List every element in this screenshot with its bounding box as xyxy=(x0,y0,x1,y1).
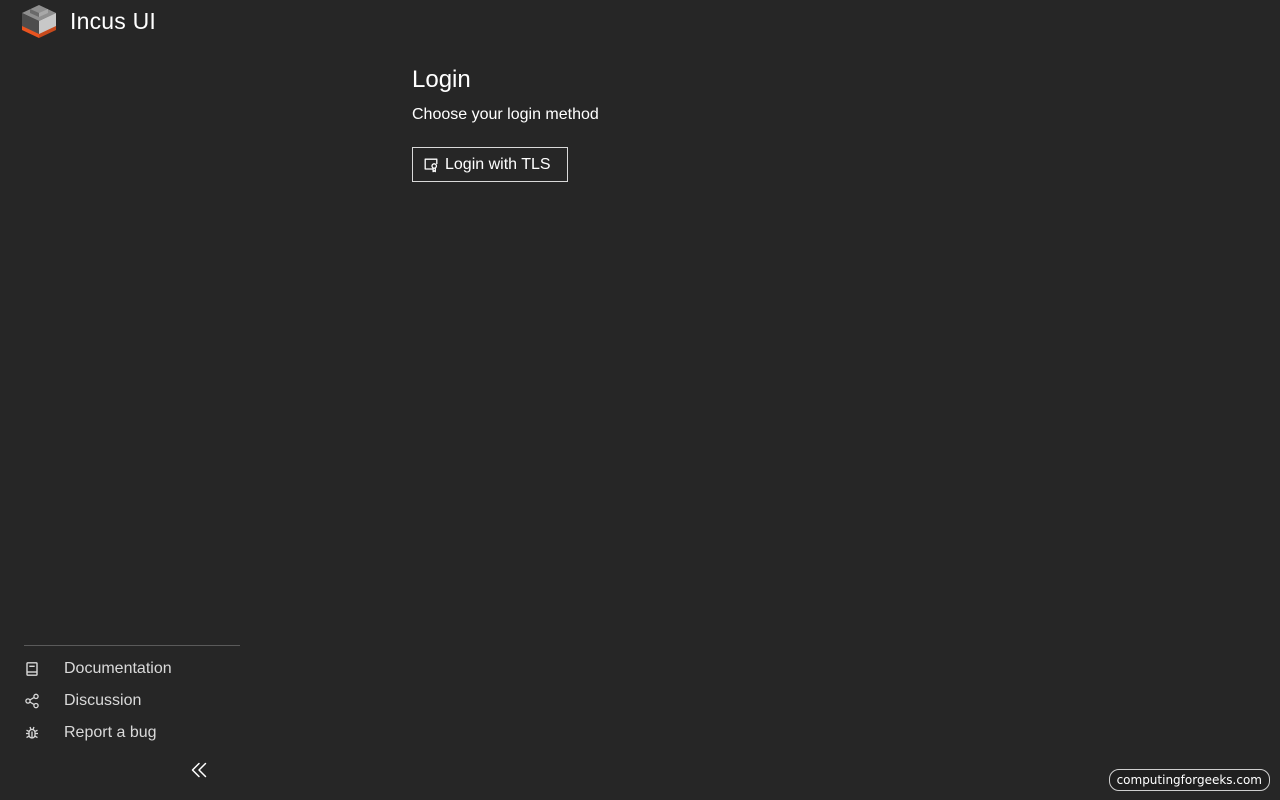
app-title: Incus UI xyxy=(70,8,156,34)
sidebar-link-discussion[interactable]: Discussion xyxy=(0,685,240,717)
certificate-icon xyxy=(423,157,439,173)
double-chevron-left-icon xyxy=(191,762,207,778)
brand-home-link[interactable]: Incus UI xyxy=(18,2,156,40)
sidebar-link-label: Report a bug xyxy=(64,724,157,741)
login-with-tls-button[interactable]: Login with TLS xyxy=(412,147,568,182)
sidebar-link-report-bug[interactable]: Report a bug xyxy=(0,717,240,749)
login-with-tls-label: Login with TLS xyxy=(445,155,551,173)
sidebar-link-label: Discussion xyxy=(64,692,142,709)
page-subtitle: Choose your login method xyxy=(412,106,599,123)
app-window: Incus UI Documentation Discussion Report… xyxy=(0,0,1280,800)
main-content: Login Choose your login method Login wit… xyxy=(412,0,1232,800)
sidebar-footer-links: Documentation Discussion Report a bug xyxy=(0,653,240,749)
sidebar-link-documentation[interactable]: Documentation xyxy=(0,653,240,685)
sidebar-link-label: Documentation xyxy=(64,660,172,677)
bug-icon xyxy=(24,725,40,741)
book-icon xyxy=(24,661,40,677)
share-icon xyxy=(24,693,40,709)
sidebar: Incus UI Documentation Discussion Report… xyxy=(0,0,240,800)
sidebar-collapse-button[interactable] xyxy=(184,756,214,784)
watermark-badge: computingforgeeks.com xyxy=(1108,769,1270,791)
incus-logo-icon xyxy=(22,5,56,38)
sidebar-divider xyxy=(24,645,240,646)
page-title: Login xyxy=(412,66,471,93)
